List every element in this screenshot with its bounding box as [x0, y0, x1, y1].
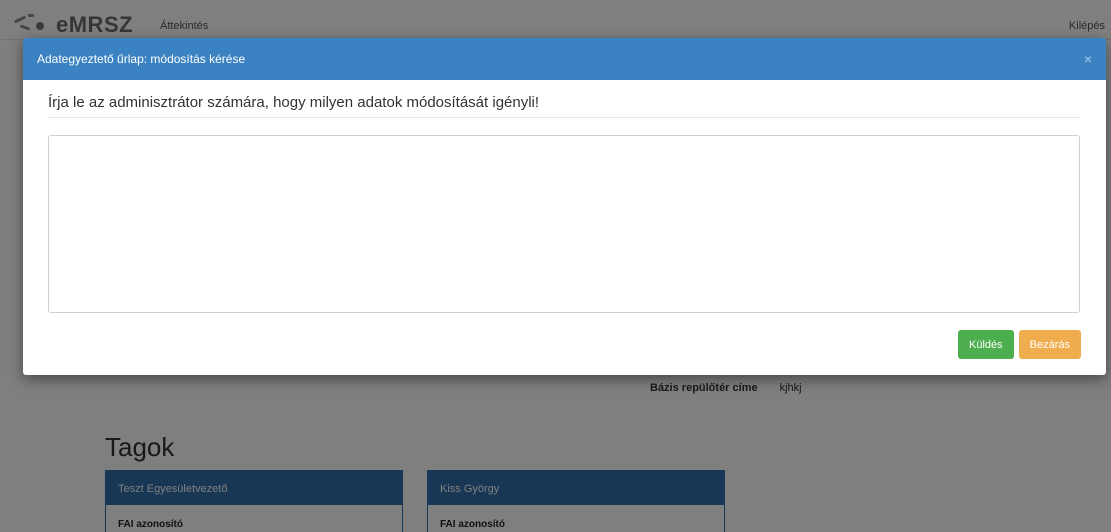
modal-prompt: Írja le az adminisztrátor számára, hogy …: [48, 94, 1081, 118]
close-icon[interactable]: ×: [1084, 52, 1092, 66]
close-button[interactable]: Bezárás: [1018, 330, 1081, 359]
modal-title: Adategyeztető űrlap: módosítás kérése: [37, 52, 246, 66]
modal-header: Adategyeztető űrlap: módosítás kérése ×: [23, 38, 1106, 80]
modal-body: Írja le az adminisztrátor számára, hogy …: [23, 80, 1106, 313]
modification-request-modal: Adategyeztető űrlap: módosítás kérése × …: [23, 38, 1106, 375]
message-textarea[interactable]: [48, 135, 1080, 313]
send-button[interactable]: Küldés: [958, 330, 1014, 359]
browser-viewport: eMRSZ Áttekintés Kilépés Bázis repülőtér…: [0, 0, 1111, 532]
modal-footer: Küldés Bezárás: [958, 330, 1081, 359]
